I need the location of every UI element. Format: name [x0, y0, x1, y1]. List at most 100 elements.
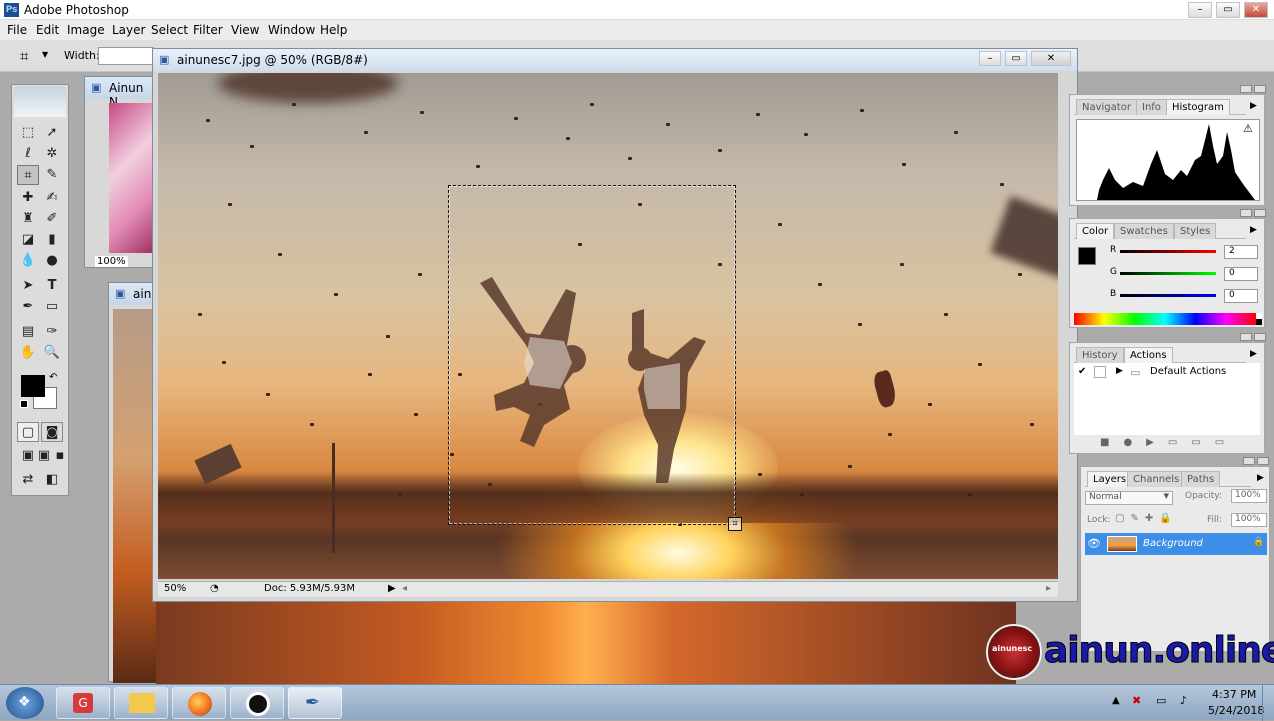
taskbar-recorder[interactable] [230, 687, 284, 719]
eyedropper-icon[interactable]: ✑ [41, 322, 63, 342]
move-tool-icon[interactable]: ➚ [41, 123, 63, 143]
jump-to-imageready-icon[interactable]: ⇄ [17, 470, 39, 490]
color-fg-swatch[interactable] [1078, 247, 1096, 265]
taskbar-photoshop[interactable]: ✒ [288, 687, 342, 719]
hand-tool-icon[interactable]: ✋ [17, 343, 39, 363]
main-document-window[interactable]: ▣ ainunesc7.jpg @ 50% (RGB/8#) – ▭ ✕ ⌗ 5… [152, 48, 1078, 602]
menu-image[interactable]: Image [67, 23, 105, 37]
show-desktop-button[interactable] [1262, 685, 1274, 721]
document-title-bar[interactable]: ▣ Ainun N [85, 77, 155, 109]
opacity-input[interactable]: 100% [1231, 489, 1267, 503]
layer-name[interactable]: Background [1143, 538, 1203, 549]
layer-row-background[interactable]: 👁 Background 🔒 [1085, 533, 1267, 555]
fill-input[interactable]: 100% [1231, 513, 1267, 527]
tab-info[interactable]: Info [1136, 99, 1167, 115]
panel-close-button[interactable] [1257, 457, 1269, 465]
color-ramp-bw[interactable] [1256, 313, 1262, 325]
action-set-name[interactable]: Default Actions [1150, 366, 1226, 377]
zoom-level[interactable]: 100% [95, 256, 128, 267]
green-slider[interactable] [1120, 272, 1216, 275]
dodge-tool-icon[interactable]: ● [41, 251, 63, 271]
clone-stamp-icon[interactable]: ♜ [17, 209, 39, 229]
panel-close-button[interactable] [1254, 85, 1266, 93]
menu-help[interactable]: Help [320, 23, 347, 37]
foreground-color-top[interactable] [21, 375, 45, 397]
blend-mode-select[interactable]: Normal ▼ [1085, 491, 1173, 505]
doc-close-button[interactable]: ✕ [1031, 51, 1071, 66]
red-value[interactable]: 2 [1224, 245, 1258, 259]
tab-color[interactable]: Color [1076, 223, 1115, 239]
swap-colors-icon[interactable]: ↶ [49, 372, 57, 383]
tab-history[interactable]: History [1076, 347, 1124, 363]
history-brush-icon[interactable]: ✐ [41, 209, 63, 229]
tray-up-icon[interactable]: ▲ [1112, 695, 1120, 706]
lock-icons[interactable]: ▢✎✚🔒 [1115, 513, 1178, 524]
maximize-button[interactable]: ▭ [1216, 2, 1240, 18]
blur-tool-icon[interactable]: 💧 [17, 251, 39, 271]
chevron-down-icon[interactable]: ▼ [42, 50, 48, 59]
crop-selection-marquee[interactable] [448, 185, 736, 525]
standard-mode-icon[interactable]: ▢ [17, 422, 39, 442]
zoom-tool-icon[interactable]: 🔍 [41, 343, 63, 363]
menu-select[interactable]: Select [151, 23, 188, 37]
tab-paths[interactable]: Paths [1181, 471, 1221, 487]
document-title-bar[interactable]: ▣ ainunesc7.jpg @ 50% (RGB/8#) – ▭ ✕ [153, 49, 1077, 71]
status-arrow-icon[interactable]: ▶ [388, 583, 396, 594]
crop-tool-active-icon[interactable]: ⌗ [17, 165, 39, 185]
start-button-icon[interactable]: ❖ [6, 687, 44, 719]
document-title-bar[interactable]: ▣ ain [109, 283, 155, 305]
green-value[interactable]: 0 [1224, 267, 1258, 281]
path-select-icon[interactable]: ➤ [17, 276, 39, 296]
taskbar-firefox[interactable] [172, 687, 226, 719]
notes-tool-icon[interactable]: ▤ [17, 322, 39, 342]
visibility-eye-icon[interactable]: 👁 [1087, 537, 1101, 550]
panel-menu-icon[interactable]: ▶ [1250, 349, 1257, 359]
tab-channels[interactable]: Channels [1127, 471, 1186, 487]
taskbar-app-1[interactable]: G [56, 687, 110, 719]
panel-menu-icon[interactable]: ▶ [1250, 225, 1257, 235]
expand-triangle-icon[interactable]: ▶ [1116, 366, 1123, 376]
clock-time[interactable]: 4:37 PM [1212, 688, 1256, 701]
panel-minimize-button[interactable] [1240, 333, 1252, 341]
imageready-icon[interactable]: ◧ [41, 470, 63, 490]
actions-toolbar[interactable]: ■●▶▭▭▭ [1100, 437, 1238, 448]
tab-navigator[interactable]: Navigator [1076, 99, 1137, 115]
marquee-tool-icon[interactable]: ⬚ [17, 123, 39, 143]
tab-histogram[interactable]: Histogram [1166, 99, 1230, 115]
eraser-tool-icon[interactable]: ◪ [17, 230, 39, 250]
tab-styles[interactable]: Styles [1174, 223, 1217, 239]
type-tool-icon[interactable]: T [41, 276, 63, 296]
menu-edit[interactable]: Edit [36, 23, 59, 37]
width-input[interactable] [98, 47, 154, 65]
menu-layer[interactable]: Layer [112, 23, 145, 37]
doc-minimize-button[interactable]: – [979, 51, 1001, 66]
doc-maximize-button[interactable]: ▭ [1005, 51, 1027, 66]
default-colors-icon[interactable] [20, 400, 28, 408]
pen-tool-icon[interactable]: ✒ [17, 297, 39, 317]
gradient-tool-icon[interactable]: ▮ [41, 230, 63, 250]
red-slider[interactable] [1120, 250, 1216, 253]
crop-tool-icon[interactable]: ⌗ [20, 47, 28, 65]
zoom-level[interactable]: 50% [164, 583, 186, 594]
tab-actions[interactable]: Actions [1124, 347, 1173, 363]
tab-swatches[interactable]: Swatches [1114, 223, 1174, 239]
blue-slider[interactable] [1120, 294, 1216, 297]
background-document-1[interactable]: ▣ Ainun N 100% [84, 76, 156, 268]
tray-volume-icon[interactable]: ♪ [1180, 694, 1187, 707]
tray-display-icon[interactable]: ▭ [1156, 694, 1166, 707]
screen-mode-max-icon[interactable]: ▪ [49, 446, 71, 466]
shape-tool-icon[interactable]: ▭ [41, 297, 63, 317]
color-ramp[interactable] [1074, 313, 1256, 325]
blue-value[interactable]: 0 [1224, 289, 1258, 303]
panel-minimize-button[interactable] [1243, 457, 1255, 465]
tray-network-icon[interactable]: ✖ [1132, 694, 1141, 707]
taskbar-explorer[interactable] [114, 687, 168, 719]
brush-tool-icon[interactable]: ✍ [41, 188, 63, 208]
panel-close-button[interactable] [1254, 209, 1266, 217]
magic-wand-icon[interactable]: ✲ [41, 144, 63, 164]
panel-menu-icon[interactable]: ▶ [1250, 101, 1257, 111]
warning-icon[interactable]: ⚠ [1243, 122, 1253, 135]
healing-brush-icon[interactable]: ✚ [17, 188, 39, 208]
menu-view[interactable]: View [231, 23, 259, 37]
lasso-tool-icon[interactable]: ℓ [17, 144, 39, 164]
